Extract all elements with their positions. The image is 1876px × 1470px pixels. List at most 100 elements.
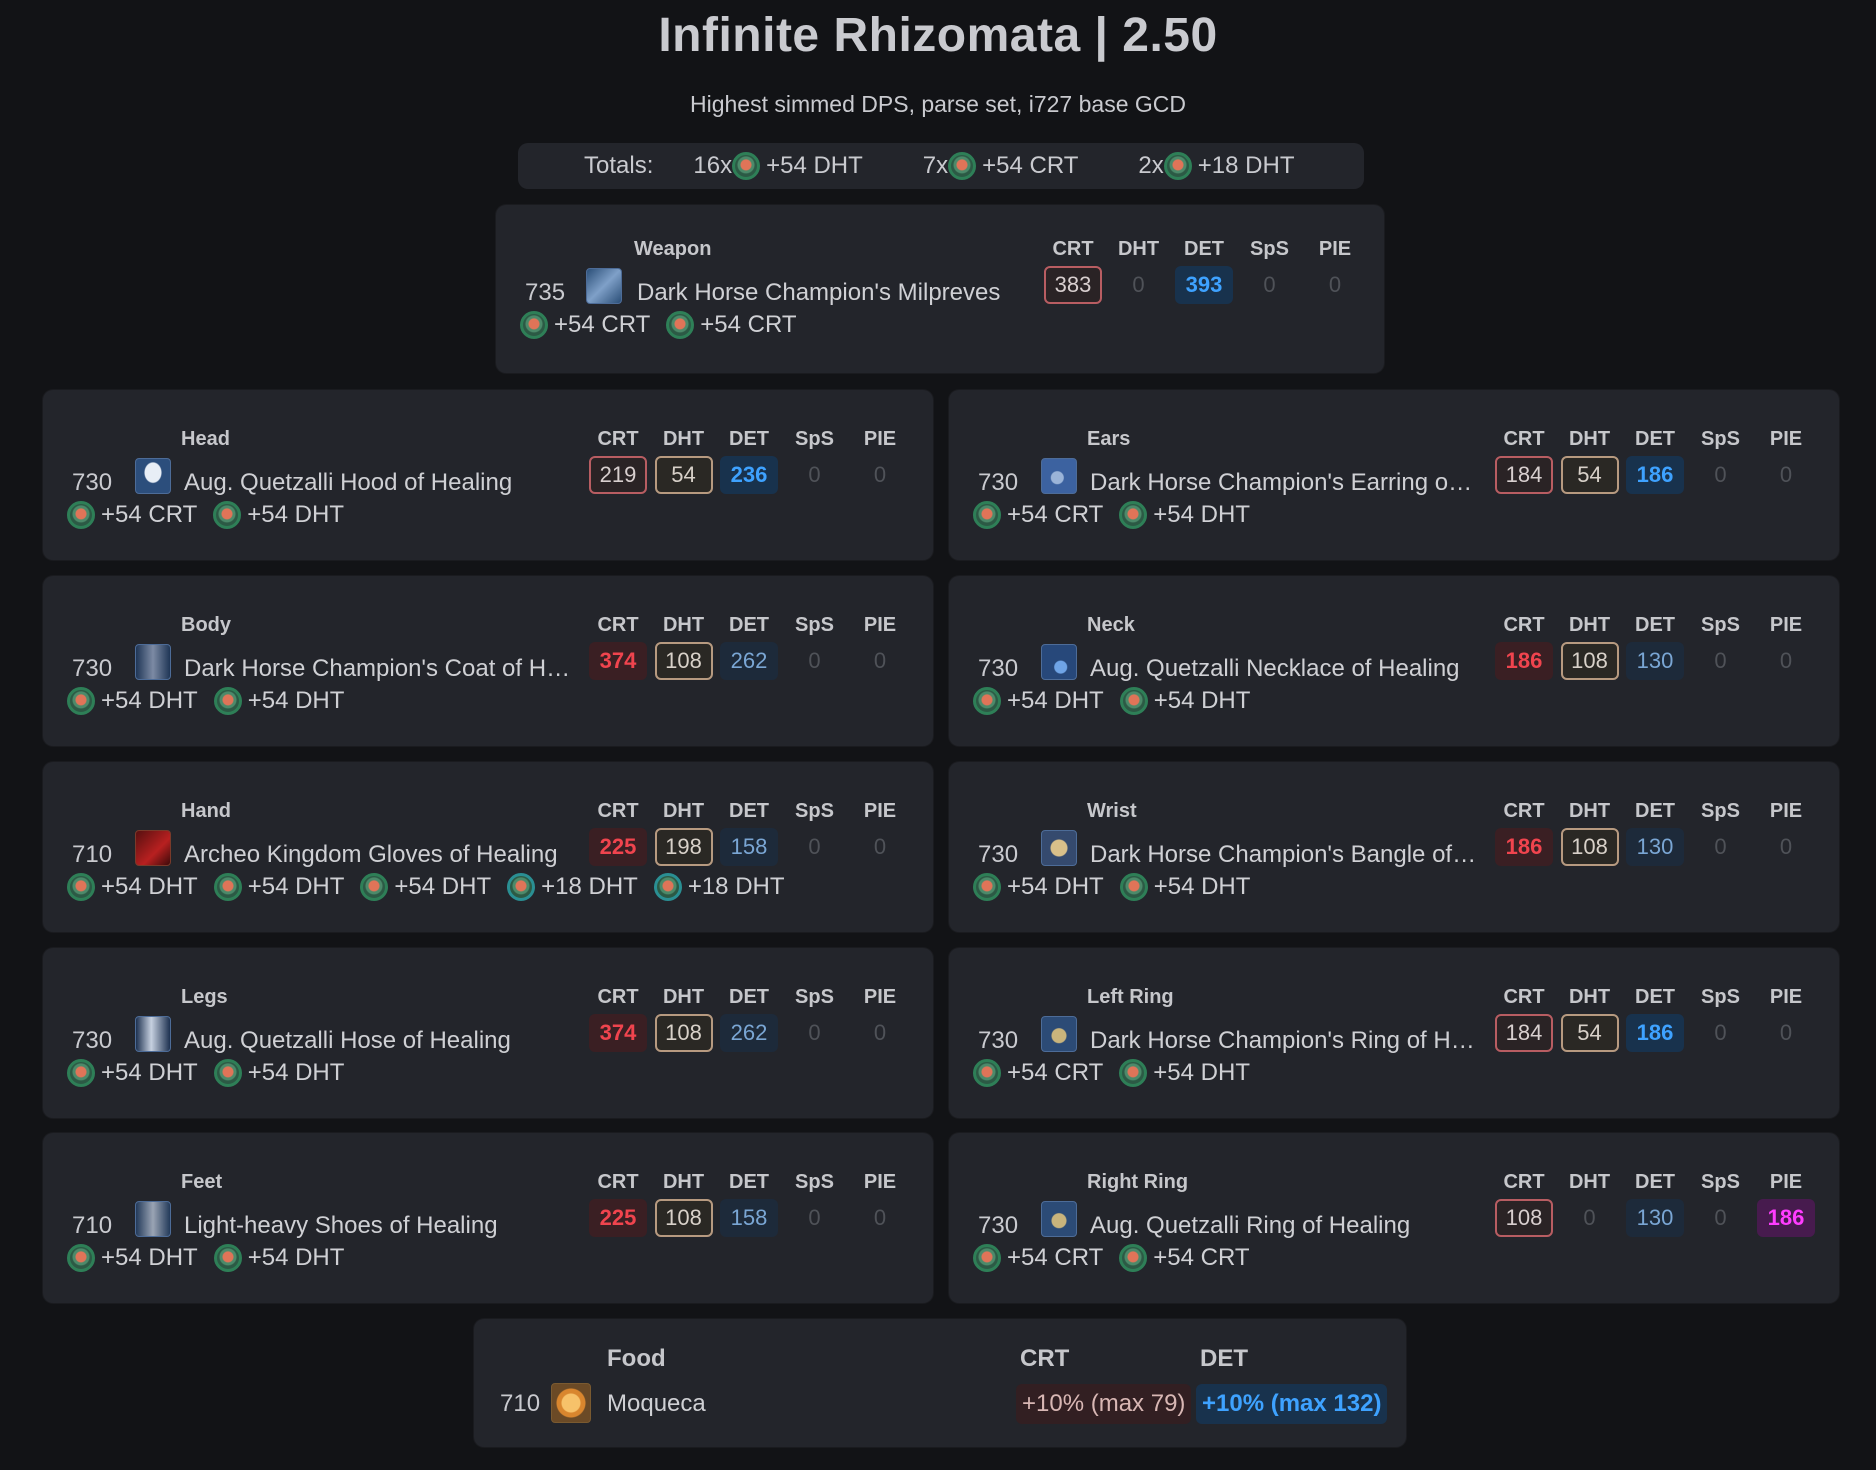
materia-totals-bar: Totals: 16x +54 DHT 7x +54 CRT 2x +18 DH… <box>518 143 1364 189</box>
materia-meld: +54 DHT <box>213 501 344 529</box>
stat-value-pie: 0 <box>873 462 887 487</box>
materia-icon <box>67 873 95 901</box>
item-name[interactable]: Archeo Kingdom Gloves of Healing <box>184 841 558 869</box>
item-name[interactable]: Aug. Quetzalli Hose of Healing <box>184 1027 511 1055</box>
stat-header-det: DET <box>1635 800 1675 822</box>
stat-header-det: DET <box>1635 1171 1675 1193</box>
food-name: Moqueca <box>607 1390 706 1417</box>
stat-value-dht: 54 <box>1560 456 1619 494</box>
stat-header-crt: CRT <box>1503 614 1545 636</box>
stat-value-sps: 0 <box>808 1205 821 1230</box>
stat-value-pie: 0 <box>1779 834 1793 859</box>
stat-value-dht: 108 <box>1560 828 1619 866</box>
materia-icon <box>973 873 1001 901</box>
materia-meld: +54 DHT <box>360 873 491 901</box>
stat-header-crt: CRT <box>597 614 639 636</box>
item-name[interactable]: Dark Horse Champion's Milpreves <box>637 279 1000 307</box>
meld-row: +54 DHT +54 DHT <box>973 873 1266 901</box>
stat-value-crt: 225 <box>589 1199 647 1237</box>
stat-value-pie: 0 <box>1779 648 1793 673</box>
materia-icon <box>653 873 682 901</box>
totals-stat: +54 DHT <box>766 152 863 179</box>
slot-label: Legs <box>181 986 228 1008</box>
stat-value-det: 186 <box>1626 1014 1684 1052</box>
materia-icon <box>213 873 242 901</box>
stat-value-sps: 0 <box>1714 462 1727 487</box>
materia-icon <box>1119 501 1148 529</box>
meld-row: +54 DHT +54 DHT <box>67 1244 360 1272</box>
gear-card-ears[interactable]: Ears CRT DHT DET SpS PIE 730 Dark Horse Champio… <box>949 390 1839 560</box>
stat-value-det: 262 <box>720 1014 778 1052</box>
totals-item: 16x +54 DHT <box>693 152 863 180</box>
gear-card-legs[interactable]: Legs CRT DHT DET SpS PIE 730 Aug. Quetzalli Hos… <box>43 948 933 1118</box>
stat-value-sps: 0 <box>1714 648 1727 673</box>
materia-icon <box>732 152 761 180</box>
page-subtitle: Highest simmed DPS, parse set, i727 base… <box>690 91 1186 117</box>
stat-header-pie: PIE <box>1769 986 1803 1008</box>
materia-icon <box>973 1244 1001 1272</box>
stat-header-pie: PIE <box>1769 800 1803 822</box>
materia-meld: +54 DHT <box>1119 873 1250 901</box>
totals-count: 16x <box>693 152 733 179</box>
gear-card-body[interactable]: Body CRT DHT DET SpS PIE 730 Dark Horse Champio… <box>43 576 933 746</box>
stat-value-det: 130 <box>1626 1199 1684 1237</box>
item-name[interactable]: Dark Horse Champion's Ring of Healing <box>1090 1027 1478 1055</box>
item-level: 730 <box>978 655 1019 682</box>
meld-label: +54 DHT <box>101 1059 198 1086</box>
stat-header-dht: DHT <box>662 800 705 822</box>
stat-value-dht: 54 <box>1560 1014 1619 1052</box>
gear-card-left-ring[interactable]: Left Ring CRT DHT DET SpS PIE 730 Dark Horse Ch… <box>949 948 1839 1118</box>
meld-label: +54 CRT <box>1007 501 1104 528</box>
gear-card-neck[interactable]: Neck CRT DHT DET SpS PIE 730 Aug. Quetzalli Nec… <box>949 576 1839 746</box>
gear-card-head[interactable]: Head CRT DHT DET SpS PIE 730 Aug. Quetzalli Hoo… <box>43 390 933 560</box>
materia-meld: +18 DHT <box>653 873 785 901</box>
ring-icon <box>1041 1016 1077 1052</box>
stat-value-pie: 0 <box>873 834 887 859</box>
stat-value-det: 236 <box>720 456 778 494</box>
item-name[interactable]: Aug. Quetzalli Hood of Healing <box>184 469 512 497</box>
item-name[interactable]: Aug. Quetzalli Ring of Healing <box>1090 1212 1410 1240</box>
stat-value-sps: 0 <box>808 1020 821 1045</box>
meld-label: +54 DHT <box>101 687 198 714</box>
stat-header-dht: DHT <box>662 614 705 636</box>
meld-row: +54 DHT +54 DHT +54 DHT +18 DHT +18 DHT <box>67 873 801 901</box>
stat-value-det: 186 <box>1626 456 1684 494</box>
stat-value-det: 393 <box>1175 266 1233 304</box>
gear-card-weapon[interactable]: Weapon CRT DHT DET SpS PIE 735 Dark Horse Champ… <box>496 205 1384 373</box>
stat-header-dht: DHT <box>1568 800 1611 822</box>
stat-header-pie: PIE <box>863 986 897 1008</box>
gear-card-right-ring[interactable]: Right Ring CRT DHT DET SpS PIE 730 Aug. Quetzal… <box>949 1133 1839 1303</box>
stat-header-sps: SpS <box>1250 238 1289 260</box>
gear-card-feet[interactable]: Feet CRT DHT DET SpS PIE 710 Light-heavy Shoes … <box>43 1133 933 1303</box>
slot-label: Weapon <box>634 238 712 260</box>
materia-icon <box>973 501 1001 529</box>
item-name[interactable]: Aug. Quetzalli Necklace of Healing <box>1090 655 1460 683</box>
stat-value-sps: 0 <box>1263 272 1276 297</box>
item-name[interactable]: Dark Horse Champion's Coat of Healing <box>184 655 572 683</box>
stat-header-pie: PIE <box>1318 238 1352 260</box>
stat-header-det: DET <box>1184 238 1224 260</box>
materia-meld: +54 DHT <box>213 873 344 901</box>
materia-icon <box>360 873 389 901</box>
stat-value-dht: 0 <box>1583 1205 1596 1230</box>
gear-card-hand[interactable]: Hand CRT DHT DET SpS PIE 710 Archeo Kingdom Glo… <box>43 762 933 932</box>
slot-label: Neck <box>1087 614 1135 636</box>
meld-label: +54 DHT <box>101 1244 198 1271</box>
item-name[interactable]: Dark Horse Champion's Bangle of Healing <box>1090 841 1478 869</box>
stat-header-dht: DHT <box>662 428 705 450</box>
stat-header-crt: CRT <box>1503 986 1545 1008</box>
stat-header-crt: CRT <box>597 986 639 1008</box>
totals-stat: +18 DHT <box>1197 152 1295 179</box>
food-card[interactable]: Food CRT DET 710 Moqueca +10% (max 79) +… <box>474 1319 1406 1447</box>
item-name[interactable]: Dark Horse Champion's Earring of Healing <box>1090 469 1478 497</box>
materia-meld: +54 DHT <box>973 687 1104 715</box>
slot-label: Body <box>181 614 231 636</box>
stat-value-crt: 374 <box>589 642 647 680</box>
materia-icon <box>973 1059 1001 1087</box>
stat-header-pie: PIE <box>863 428 897 450</box>
gear-card-wrist[interactable]: Wrist CRT DHT DET SpS PIE 730 Dark Horse Champi… <box>949 762 1839 932</box>
item-name[interactable]: Light-heavy Shoes of Healing <box>184 1212 498 1240</box>
stat-header-sps: SpS <box>1701 614 1740 636</box>
materia-icon <box>213 687 242 715</box>
food-crt-header: CRT <box>1020 1345 1070 1372</box>
